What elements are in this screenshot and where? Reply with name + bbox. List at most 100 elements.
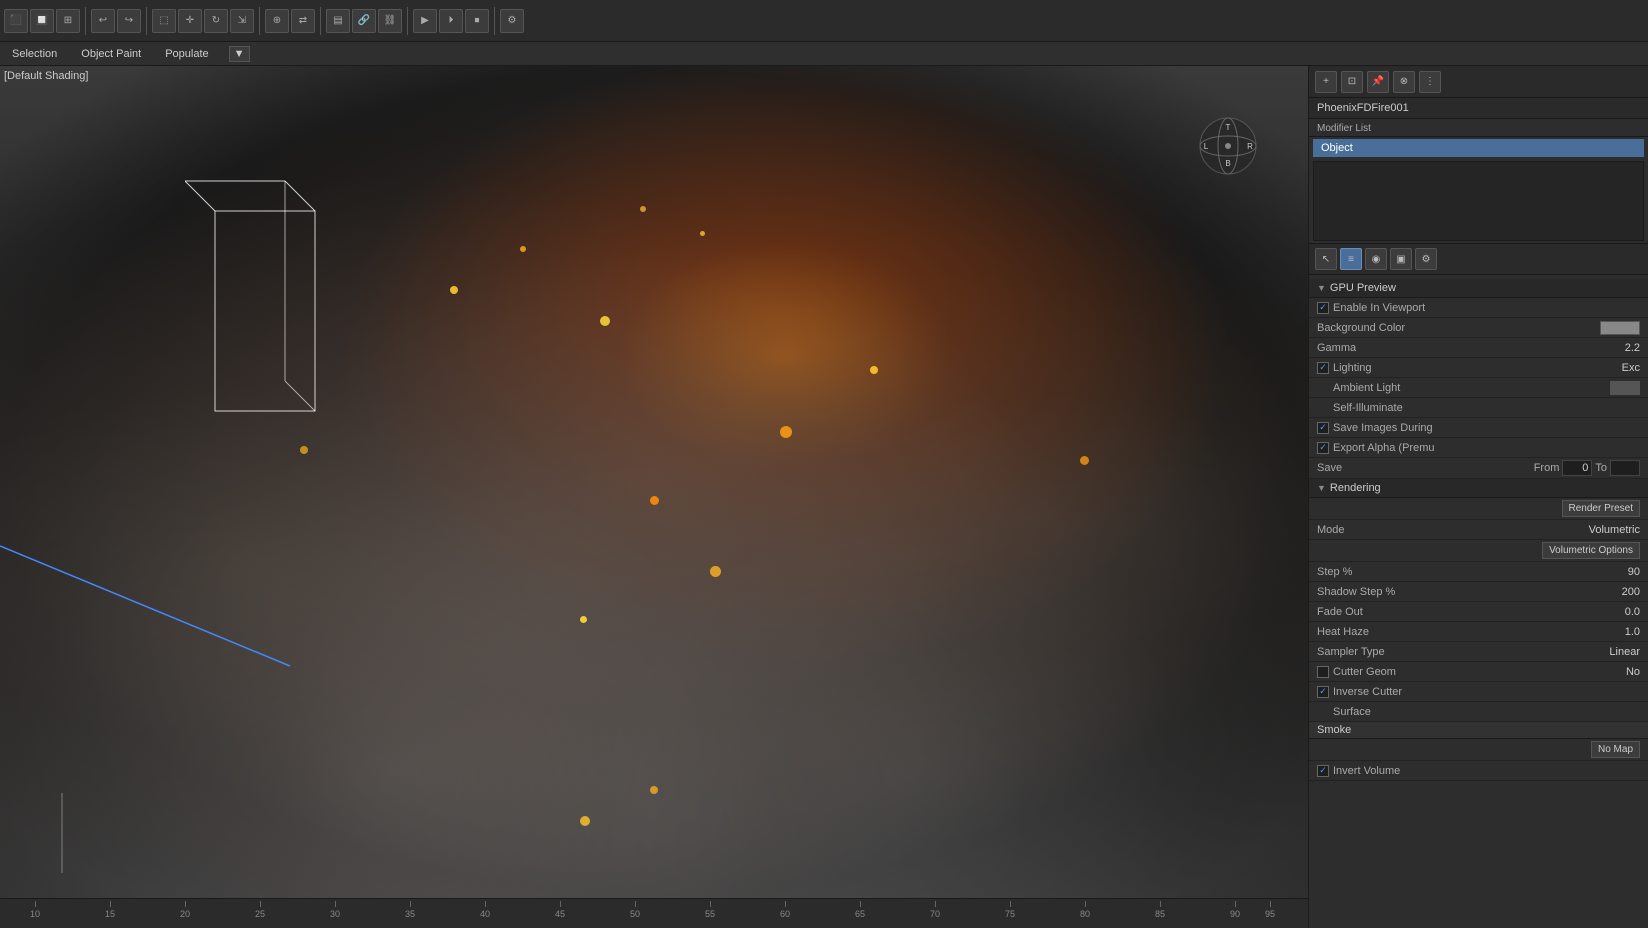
value-step-percent: 90 — [1590, 566, 1640, 578]
rp-orbit-button[interactable]: ⊗ — [1393, 71, 1415, 93]
render-preset-button[interactable]: Render Preset — [1562, 500, 1640, 517]
checkbox-invert-volume[interactable]: ✓ — [1317, 765, 1329, 777]
label-export-alpha: Export Alpha (Premu — [1333, 442, 1640, 454]
prop-inverse-cutter[interactable]: ✓ Inverse Cutter — [1309, 682, 1648, 702]
rp-add-button[interactable]: + — [1315, 71, 1337, 93]
toolbar-icon-mirror[interactable]: ⇄ — [291, 9, 315, 33]
no-map-button[interactable]: No Map — [1591, 741, 1640, 758]
prop-shadow-step-percent[interactable]: Shadow Step % 200 — [1309, 582, 1648, 602]
prop-export-alpha[interactable]: ✓ Export Alpha (Premu — [1309, 438, 1648, 458]
swatch-ambient-light[interactable] — [1610, 381, 1640, 395]
toolbar-icon-5[interactable]: ↪ — [117, 9, 141, 33]
prop-ambient-light[interactable]: Ambient Light — [1309, 378, 1648, 398]
prop-background-color[interactable]: Background Color — [1309, 318, 1648, 338]
input-from-value[interactable] — [1562, 460, 1592, 476]
viewport[interactable]: [Default Shading] — [0, 66, 1308, 928]
checkbox-save-images[interactable]: ✓ — [1317, 422, 1329, 434]
prop-heat-haze[interactable]: Heat Haze 1.0 — [1309, 622, 1648, 642]
prop-save-from-to[interactable]: Save From To — [1309, 458, 1648, 479]
viewport-gizmo[interactable]: T B L R — [1198, 116, 1258, 176]
label-invert-volume: Invert Volume — [1333, 765, 1640, 777]
label-mode: Mode — [1317, 524, 1589, 536]
smoke-header: Smoke — [1309, 722, 1648, 739]
checkbox-inverse-cutter[interactable]: ✓ — [1317, 686, 1329, 698]
prop-smoke-map[interactable]: No Map — [1309, 739, 1648, 761]
ruler-mark-90: 90 — [1230, 901, 1240, 919]
label-cutter-geom: Cutter Geom — [1333, 666, 1590, 678]
label-background-color: Background Color — [1317, 322, 1600, 334]
prop-enable-viewport[interactable]: ✓ Enable In Viewport — [1309, 298, 1648, 318]
rp-tab-display[interactable]: ▣ — [1390, 248, 1412, 270]
menu-item-object-paint[interactable]: Object Paint — [77, 46, 145, 62]
ruler-mark-20: 20 — [180, 901, 190, 919]
ruler-mark-35: 35 — [405, 901, 415, 919]
ruler-mark-60: 60 — [780, 901, 790, 919]
input-to-value[interactable] — [1610, 460, 1640, 476]
fire-particle — [780, 426, 792, 438]
ruler-mark-25: 25 — [255, 901, 265, 919]
rendering-header[interactable]: ▼ Rendering — [1309, 479, 1648, 498]
rp-properties-panel: ▼ GPU Preview ✓ Enable In Viewport Backg… — [1309, 275, 1648, 928]
prop-save-images-during[interactable]: ✓ Save Images During — [1309, 418, 1648, 438]
volumetric-options-button[interactable]: Volumetric Options — [1542, 542, 1640, 559]
value-mode: Volumetric — [1589, 524, 1640, 536]
prop-volumetric-options[interactable]: Volumetric Options — [1309, 540, 1648, 562]
prop-gamma[interactable]: Gamma 2.2 — [1309, 338, 1648, 358]
toolbar-icon-snap[interactable]: ⊕ — [265, 9, 289, 33]
toolbar-icon-select[interactable]: ⬚ — [152, 9, 176, 33]
checkbox-lighting[interactable]: ✓ — [1317, 362, 1329, 374]
rp-modifier-selected[interactable]: Object — [1313, 139, 1644, 157]
label-self-illuminate: Self-Illuminate — [1317, 402, 1640, 414]
prop-cutter-geom[interactable]: Cutter Geom No — [1309, 662, 1648, 682]
menu-item-populate[interactable]: Populate — [161, 46, 212, 62]
label-enable-viewport: Enable In Viewport — [1333, 302, 1640, 314]
toolbar-icon-rotate[interactable]: ↻ — [204, 9, 228, 33]
rp-view-button[interactable]: ⊡ — [1341, 71, 1363, 93]
toolbar-icon-stop[interactable]: ⏹ — [465, 9, 489, 33]
toolbar-icon-play[interactable]: ⏵ — [439, 9, 463, 33]
fire-particle — [1080, 456, 1089, 465]
label-fade-out: Fade Out — [1317, 606, 1590, 618]
rp-tab-motion[interactable]: ◉ — [1365, 248, 1387, 270]
prop-fade-out[interactable]: Fade Out 0.0 — [1309, 602, 1648, 622]
toolbar-icon-2[interactable]: 🔲 — [30, 9, 54, 33]
toolbar-icon-move[interactable]: ✛ — [178, 9, 202, 33]
prop-step-percent[interactable]: Step % 90 — [1309, 562, 1648, 582]
prop-self-illuminate[interactable]: Self-Illuminate — [1309, 398, 1648, 418]
ruler-mark-50: 50 — [630, 901, 640, 919]
ruler-mark-85: 85 — [1155, 901, 1165, 919]
ruler-mark-95: 95 — [1265, 901, 1275, 919]
toolbar-icon-settings[interactable]: ⚙ — [500, 9, 524, 33]
prop-invert-volume[interactable]: ✓ Invert Volume — [1309, 761, 1648, 781]
gpu-preview-header[interactable]: ▼ GPU Preview — [1309, 279, 1648, 298]
toolbar-icon-layer[interactable]: ▤ — [326, 9, 350, 33]
toolbar-icon-render[interactable]: ▶ — [413, 9, 437, 33]
wireframe-box — [185, 161, 335, 441]
menu-dropdown[interactable]: ▼ — [229, 46, 250, 62]
toolbar-icon-unlink[interactable]: ⛓ — [378, 9, 402, 33]
prop-sampler-type[interactable]: Sampler Type Linear — [1309, 642, 1648, 662]
fire-particle — [640, 206, 646, 212]
checkbox-enable-viewport[interactable]: ✓ — [1317, 302, 1329, 314]
prop-render-preset[interactable]: Render Preset — [1309, 498, 1648, 520]
rp-pin-button[interactable]: 📌 — [1367, 71, 1389, 93]
checkbox-export-alpha[interactable]: ✓ — [1317, 442, 1329, 454]
fire-particle — [650, 786, 658, 794]
prop-mode[interactable]: Mode Volumetric — [1309, 520, 1648, 540]
swatch-background-color[interactable] — [1600, 321, 1640, 335]
menu-item-selection[interactable]: Selection — [8, 46, 61, 62]
rp-dots-button[interactable]: ⋮ — [1419, 71, 1441, 93]
toolbar-icon-3[interactable]: ⊞ — [56, 9, 80, 33]
toolbar-icon-scale[interactable]: ⇲ — [230, 9, 254, 33]
fire-particle — [580, 816, 590, 826]
timeline-marker — [60, 793, 64, 873]
svg-text:T: T — [1226, 123, 1231, 132]
checkbox-cutter-geom[interactable] — [1317, 666, 1329, 678]
toolbar-icon-link[interactable]: 🔗 — [352, 9, 376, 33]
rp-tab-pointer[interactable]: ↖ — [1315, 248, 1337, 270]
rp-tab-utilities[interactable]: ⚙ — [1415, 248, 1437, 270]
toolbar-icon-1[interactable]: ⬛ — [4, 9, 28, 33]
prop-lighting[interactable]: ✓ Lighting Exc — [1309, 358, 1648, 378]
rp-tab-list[interactable]: ≡ — [1340, 248, 1362, 270]
toolbar-icon-4[interactable]: ↩ — [91, 9, 115, 33]
